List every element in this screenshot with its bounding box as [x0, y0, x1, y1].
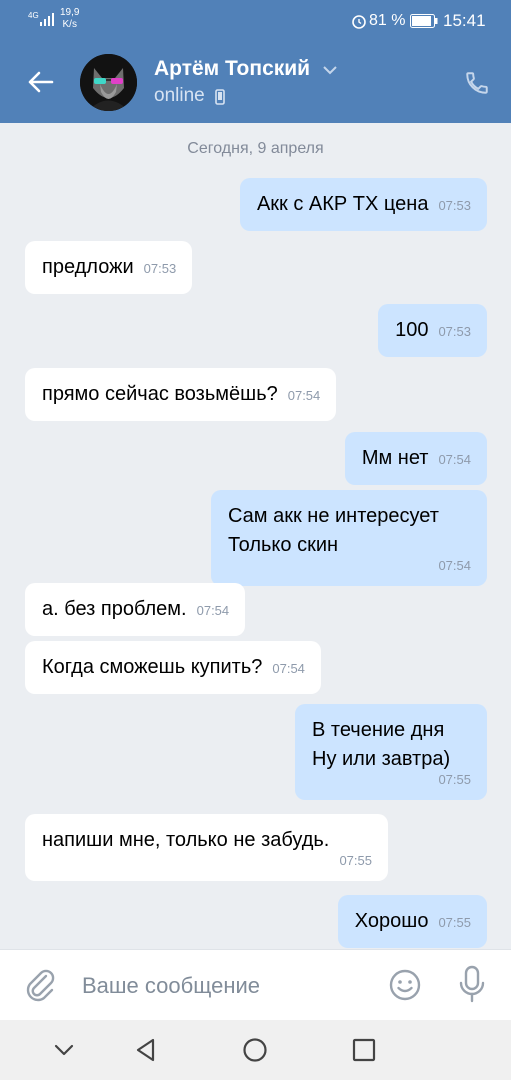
alarm-icon: [352, 15, 366, 29]
message-time: 07:55: [438, 915, 471, 930]
message-time: 07:55: [438, 772, 471, 787]
message-bubble-outgoing[interactable]: Сам акк не интересует Только скин 07:54: [211, 490, 487, 586]
cat-with-glasses-icon: [80, 54, 137, 111]
message-time: 07:53: [438, 198, 471, 213]
call-button[interactable]: [460, 66, 494, 100]
network-type: 4G: [28, 11, 39, 20]
message-input[interactable]: [80, 966, 374, 1006]
paperclip-icon: [26, 969, 55, 1002]
recent-apps-square-icon[interactable]: [350, 1036, 378, 1064]
back-button[interactable]: [22, 64, 58, 100]
back-triangle-icon[interactable]: [132, 1036, 160, 1064]
arrow-left-icon: [28, 71, 54, 93]
message-text: а. без проблем.: [42, 598, 187, 620]
message-time: 07:54: [438, 558, 471, 573]
contact-status: online: [154, 85, 205, 106]
message-bubble-incoming[interactable]: предложи 07:53: [25, 241, 193, 294]
message-time: 07:53: [143, 261, 177, 276]
message-text: прямо сейчас возьмёшь?: [42, 383, 278, 405]
avatar[interactable]: [80, 54, 137, 111]
message-time: 07:55: [339, 853, 372, 868]
status-bar: 4G 19,9 K/s 81 % 15:41: [0, 0, 511, 42]
microphone-icon: [459, 965, 485, 1003]
message-time: 07:54: [287, 388, 321, 403]
network-speed-unit: K/s: [62, 19, 77, 30]
message-time: 07:54: [438, 452, 471, 467]
app-header-background: 4G 19,9 K/s 81 % 15:41 Артём Топский onl…: [0, 0, 511, 123]
message-composer: [0, 949, 511, 1021]
message-text: В течение дня Ну или завтра): [312, 719, 451, 770]
voice-message-button[interactable]: [455, 964, 489, 1004]
home-circle-icon[interactable]: [241, 1036, 269, 1064]
message-text: Мм нет: [361, 447, 429, 469]
smiley-icon: [389, 969, 421, 1001]
mobile-device-icon: [215, 89, 225, 105]
message-text: Хорошо: [354, 910, 429, 932]
network-speed: 19,9 K/s: [60, 7, 79, 31]
attach-button[interactable]: [22, 966, 58, 1002]
chat-header: Артём Топский online: [0, 42, 511, 123]
message-list[interactable]: Сегодня, 9 апреля Акк с АКР ТХ цена 07:53…: [0, 123, 511, 949]
message-bubble-outgoing[interactable]: 100 07:53: [378, 304, 487, 357]
message-text: предложи: [42, 256, 134, 278]
chevron-down-icon[interactable]: [322, 64, 338, 76]
message-bubble-outgoing[interactable]: Акк с АКР ТХ цена 07:53: [239, 178, 487, 231]
emoji-button[interactable]: [388, 968, 422, 1002]
message-bubble-outgoing[interactable]: Хорошо 07:55: [337, 895, 487, 948]
message-bubble-incoming[interactable]: Когда сможешь купить? 07:54: [25, 641, 321, 694]
message-bubble-outgoing[interactable]: В течение дня Ну или завтра) 07:55: [295, 704, 487, 800]
system-navigation-bar: [0, 1020, 511, 1080]
battery-icon: [410, 14, 438, 28]
contact-name[interactable]: Артём Топский: [154, 57, 310, 81]
network-speed-value: 19,9: [60, 7, 80, 18]
message-text: Акк с АКР ТХ цена: [256, 193, 429, 215]
message-time: 07:53: [438, 324, 471, 339]
message-time: 07:54: [196, 603, 230, 618]
message-text: напиши мне, только не забудь.: [42, 829, 330, 851]
message-bubble-incoming[interactable]: а. без проблем. 07:54: [25, 583, 246, 636]
clock: 15:41: [443, 11, 486, 30]
chevron-down-icon[interactable]: [50, 1036, 78, 1064]
message-text: 100: [395, 319, 429, 341]
phone-icon: [466, 72, 488, 94]
signal-icon: [40, 13, 54, 26]
message-bubble-incoming[interactable]: напиши мне, только не забудь. 07:55: [25, 814, 388, 881]
message-time: 07:54: [272, 661, 305, 676]
message-text: Сам акк не интересует Только скин: [228, 505, 439, 556]
message-bubble-incoming[interactable]: прямо сейчас возьмёшь? 07:54: [25, 368, 337, 421]
date-separator: Сегодня, 9 апреля: [187, 140, 324, 157]
battery-percent: 81 %: [369, 12, 406, 29]
message-text: Когда сможешь купить?: [42, 656, 263, 678]
message-bubble-outgoing[interactable]: Мм нет 07:54: [344, 432, 487, 485]
